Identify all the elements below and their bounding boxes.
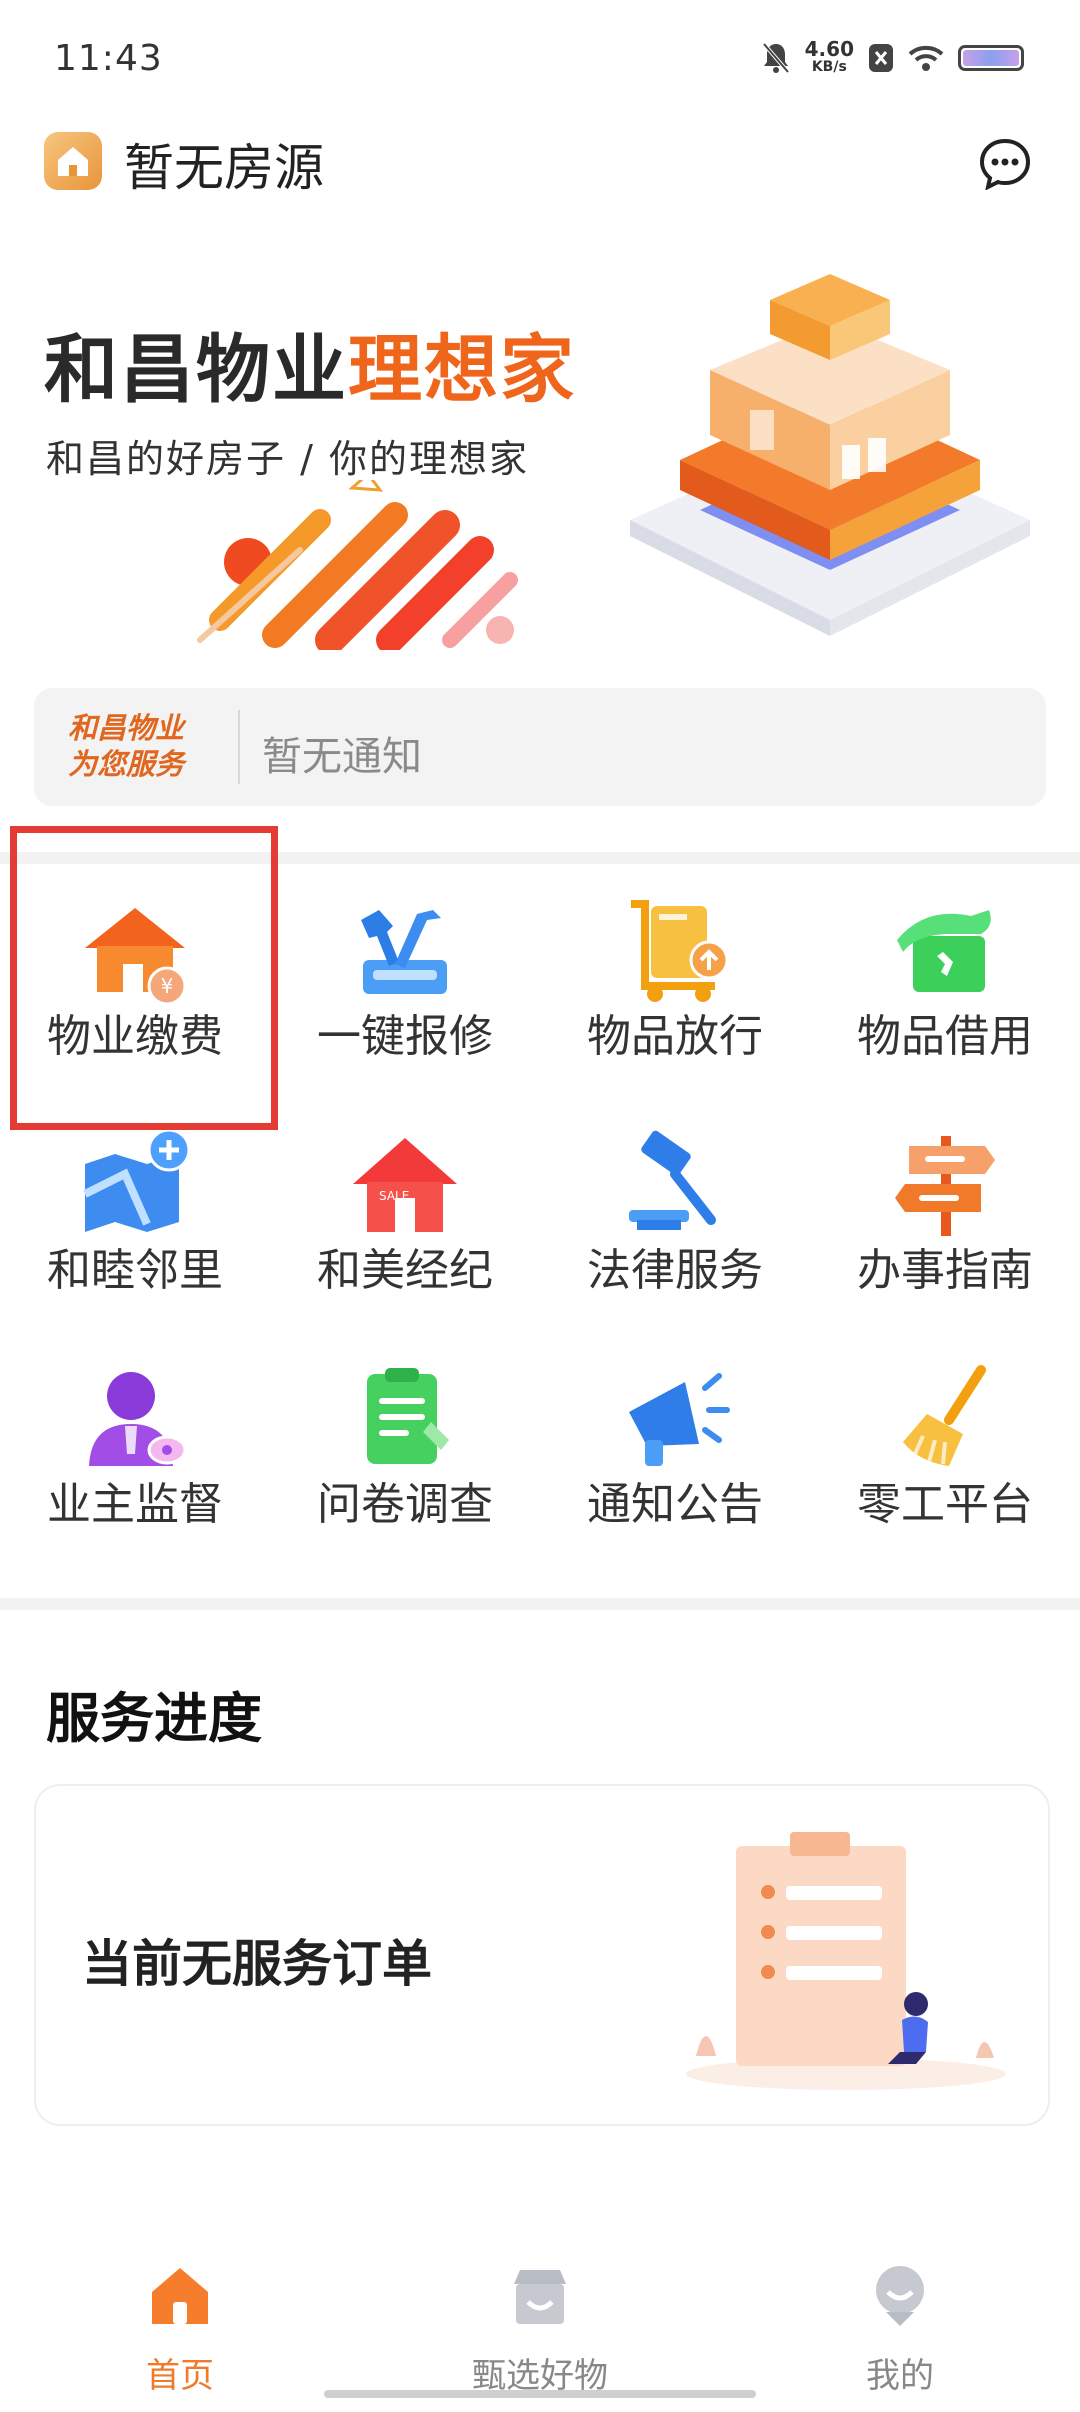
service-label: 办事指南 xyxy=(857,1245,1033,1296)
empty-orders-text: 当前无服务订单 xyxy=(82,1935,432,1993)
tab-home[interactable]: 首页 xyxy=(70,2262,290,2412)
service-progress-card: 当前无服务订单 xyxy=(34,1784,1050,2126)
guide-icon xyxy=(895,1136,995,1236)
svg-text:SALE: SALE xyxy=(379,1189,409,1203)
notice-brand: 和昌物业 为您服务 xyxy=(68,710,184,782)
service-label: 和美经纪 xyxy=(317,1245,493,1296)
item-release-icon xyxy=(631,900,729,1002)
home-icon xyxy=(152,2268,208,2324)
tab-label: 首页 xyxy=(146,2356,214,2396)
legal-service-icon xyxy=(629,1130,716,1230)
banner-title-part1: 和昌物业 xyxy=(44,327,348,413)
survey-icon xyxy=(367,1368,449,1464)
service-owner-supervision[interactable]: 业主监督 xyxy=(0,1338,270,1570)
service-label: 业主监督 xyxy=(47,1479,223,1530)
banner-house-illustration xyxy=(630,274,1030,636)
announcement-icon xyxy=(629,1373,730,1466)
service-real-estate-agency[interactable]: SALE 和美经纪 xyxy=(270,1104,540,1336)
shop-icon xyxy=(514,2270,566,2324)
service-repair[interactable]: 一键报修 xyxy=(270,870,540,1102)
house-logo-icon xyxy=(44,132,102,190)
house-source-title[interactable]: 暂无房源 xyxy=(124,128,324,200)
service-label: 和睦邻里 xyxy=(47,1245,223,1296)
banner-title-part2: 理想家 xyxy=(348,327,576,413)
gig-platform-icon xyxy=(903,1365,986,1466)
status-time: 11:43 xyxy=(54,38,163,79)
battery-icon xyxy=(958,45,1024,71)
service-label: 物品借用 xyxy=(857,1011,1033,1062)
sim-blocked-icon xyxy=(869,44,893,72)
notice-bar[interactable]: 和昌物业 为您服务 暂无通知 xyxy=(34,688,1046,806)
banner-subtitle: 和昌的好房子 / 你的理想家 xyxy=(46,437,529,481)
service-label: 法律服务 xyxy=(587,1245,763,1296)
service-announcement[interactable]: 通知公告 xyxy=(540,1338,810,1570)
service-gig-platform[interactable]: 零工平台 xyxy=(810,1338,1080,1570)
banner-title: 和昌物业理想家 xyxy=(44,310,576,417)
empty-orders-illustration xyxy=(686,1832,1006,2090)
service-label: 物品放行 xyxy=(587,1011,763,1062)
wifi-icon xyxy=(908,45,944,71)
tab-label: 我的 xyxy=(866,2356,934,2396)
section-divider xyxy=(0,1598,1080,1610)
notice-brand-line2: 为您服务 xyxy=(68,747,185,781)
service-guide[interactable]: 办事指南 xyxy=(810,1104,1080,1336)
real-estate-agency-icon: SALE xyxy=(353,1138,457,1232)
home-indicator xyxy=(324,2390,756,2398)
network-speed-unit: KB/s xyxy=(811,59,847,75)
tab-profile[interactable]: 我的 xyxy=(790,2262,1010,2412)
service-label: 零工平台 xyxy=(857,1479,1033,1530)
service-item-release[interactable]: 物品放行 xyxy=(540,870,810,1102)
banner-stripes-decoration xyxy=(197,480,518,650)
service-legal[interactable]: 法律服务 xyxy=(540,1104,810,1336)
message-icon[interactable] xyxy=(979,138,1031,190)
service-label: 通知公告 xyxy=(587,1479,763,1530)
mute-icon xyxy=(762,42,790,74)
service-label: 问卷调查 xyxy=(317,1479,493,1530)
service-survey[interactable]: 问卷调查 xyxy=(270,1338,540,1570)
notice-text: 暂无通知 xyxy=(262,734,422,780)
network-speed-value: 4.60 xyxy=(804,37,854,61)
repair-icon xyxy=(361,910,447,994)
profile-icon xyxy=(876,2266,924,2326)
owner-supervision-icon xyxy=(89,1372,187,1466)
notice-brand-line1: 和昌物业 xyxy=(68,711,185,745)
status-icons: 4.60 KB/s xyxy=(761,37,1024,76)
notice-divider xyxy=(238,710,240,784)
network-speed: 4.60 KB/s xyxy=(804,37,854,76)
service-neighbors[interactable]: 和睦邻里 xyxy=(0,1104,270,1336)
service-progress-title: 服务进度 xyxy=(46,1687,262,1750)
service-item-borrow[interactable]: 物品借用 xyxy=(810,870,1080,1102)
neighbors-icon xyxy=(83,1128,191,1232)
service-label: 一键报修 xyxy=(317,1011,493,1062)
item-borrow-icon xyxy=(897,910,991,992)
highlight-box xyxy=(10,826,278,1130)
